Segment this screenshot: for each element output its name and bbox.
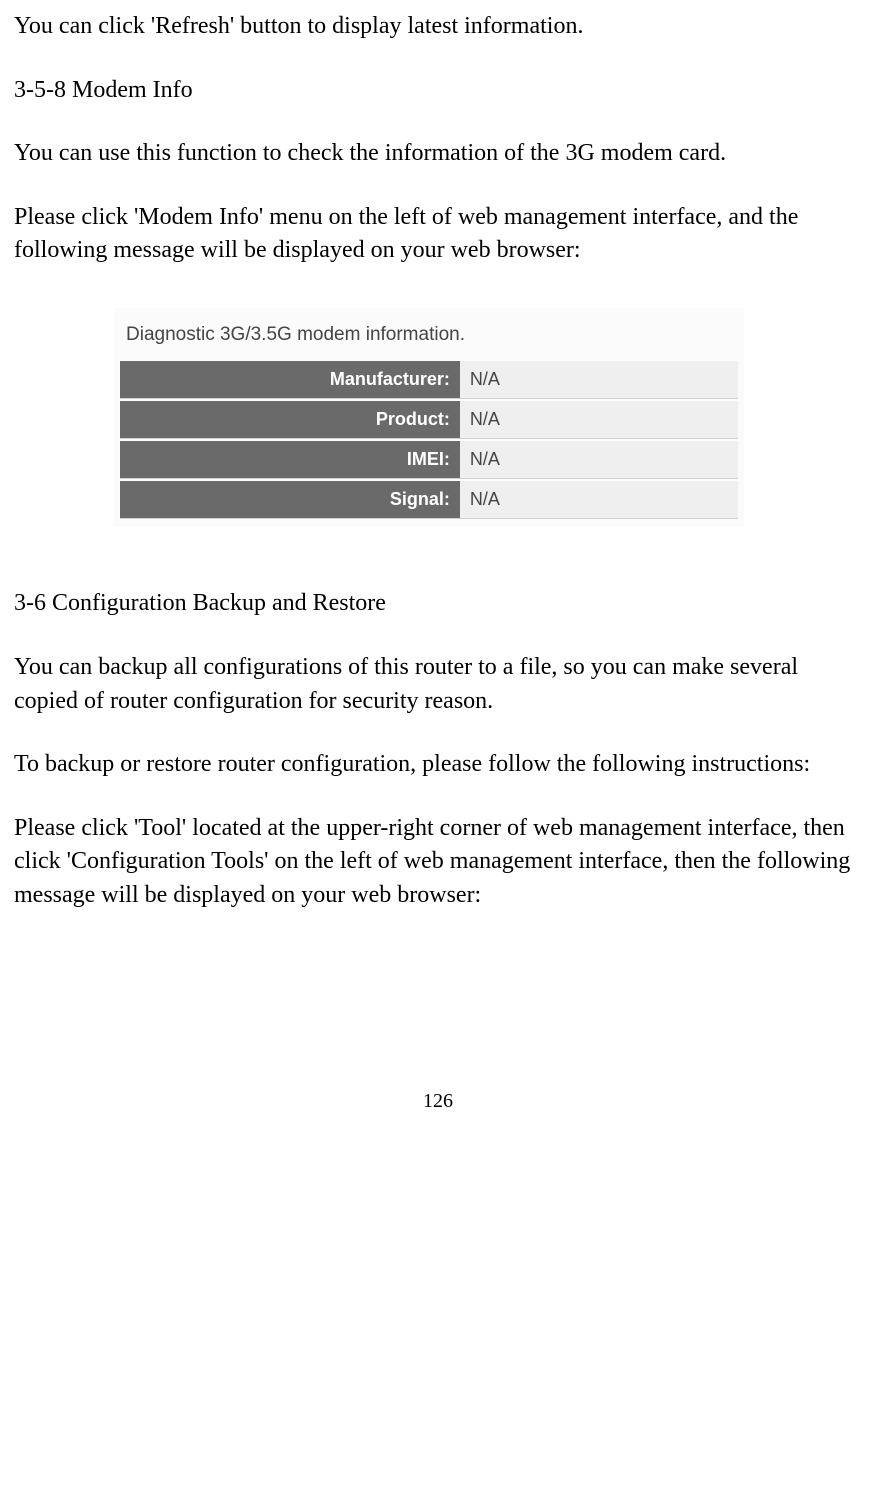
section-358-para1: You can use this function to check the i… <box>14 137 862 171</box>
label-signal: Signal: <box>120 481 460 519</box>
intro-paragraph: You can click 'Refresh' button to displa… <box>14 10 862 44</box>
section-36-heading: 3-6 Configuration Backup and Restore <box>14 587 862 621</box>
page-number: 126 <box>14 1087 862 1115</box>
section-36-para3: Please click 'Tool' located at the upper… <box>14 812 862 913</box>
value-imei: N/A <box>460 441 738 479</box>
table-row: Product: N/A <box>120 401 738 439</box>
value-product: N/A <box>460 401 738 439</box>
modem-info-title: Diagnostic 3G/3.5G modem information. <box>120 314 738 359</box>
section-36-para1: You can backup all configurations of thi… <box>14 651 862 718</box>
label-imei: IMEI: <box>120 441 460 479</box>
label-product: Product: <box>120 401 460 439</box>
section-358-para2: Please click 'Modem Info' menu on the le… <box>14 201 862 268</box>
value-signal: N/A <box>460 481 738 519</box>
table-row: IMEI: N/A <box>120 441 738 479</box>
section-358-heading: 3-5-8 Modem Info <box>14 74 862 108</box>
table-row: Manufacturer: N/A <box>120 361 738 399</box>
label-manufacturer: Manufacturer: <box>120 361 460 399</box>
modem-info-table: Manufacturer: N/A Product: N/A IMEI: N/A… <box>120 359 738 522</box>
value-manufacturer: N/A <box>460 361 738 399</box>
section-36-para2: To backup or restore router configuratio… <box>14 748 862 782</box>
modem-info-screenshot: Diagnostic 3G/3.5G modem information. Ma… <box>114 308 744 527</box>
table-row: Signal: N/A <box>120 481 738 519</box>
